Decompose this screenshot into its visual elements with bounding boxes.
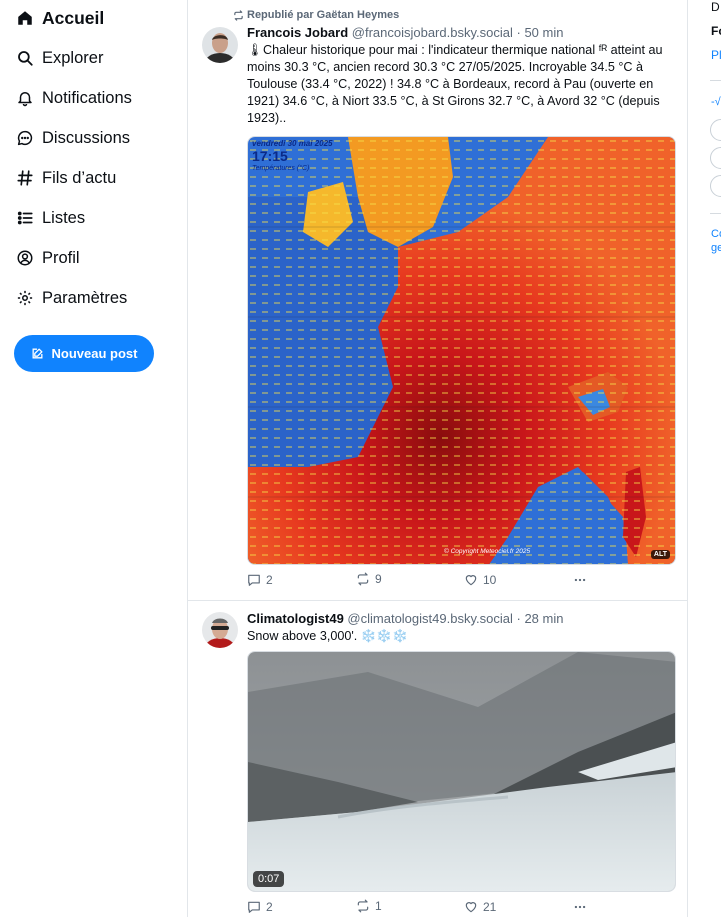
avatar[interactable]: [202, 27, 238, 63]
post-text: Snow above 3,000'. ❄️❄️❄️: [247, 629, 408, 643]
separator: ·: [516, 611, 521, 626]
video-duration-badge: 0:07: [253, 871, 285, 887]
reply-count: 2: [266, 573, 273, 587]
temperature-map-image: [248, 137, 675, 564]
right-avatar-placeholder[interactable]: [710, 175, 721, 197]
right-text-1[interactable]: D: [711, 0, 720, 14]
right-link-2[interactable]: -√: [711, 96, 721, 108]
repost-button[interactable]: 9: [356, 572, 382, 586]
left-sidebar: Accueil Explorer Notifications Discussio…: [0, 0, 187, 917]
sidebar-item-explore[interactable]: Explorer: [16, 44, 103, 72]
separator: ·: [516, 25, 521, 40]
sidebar-item-label: Discussions: [42, 128, 131, 147]
right-link-1[interactable]: Pl: [711, 48, 721, 62]
post-video[interactable]: 0:07: [247, 651, 676, 892]
gear-icon: [16, 289, 34, 307]
sidebar-item-label: Fils d’actu: [42, 168, 117, 187]
sidebar-item-settings[interactable]: Paramètres: [16, 284, 127, 312]
post[interactable]: Republié par Gaëtan Heymes Francois Joba…: [188, 0, 687, 600]
chat-icon: [16, 129, 34, 147]
search-icon: [16, 49, 34, 67]
like-count: 10: [483, 573, 497, 587]
hashtag-icon: [16, 169, 34, 187]
sidebar-item-label: Notifications: [42, 88, 132, 107]
right-avatar-placeholder[interactable]: [710, 147, 721, 169]
new-post-button[interactable]: Nouveau post: [14, 335, 154, 372]
author-handle[interactable]: @francoisjobard.bsky.social: [352, 25, 513, 40]
author-name[interactable]: Climatologist49: [247, 611, 344, 626]
map-time-label: 17:15: [252, 148, 288, 164]
avatar[interactable]: [202, 612, 238, 648]
right-divider: [710, 80, 721, 81]
repost-icon: [357, 572, 369, 586]
heart-icon: [465, 902, 477, 913]
list-icon: [16, 209, 34, 227]
sidebar-item-label: Accueil: [42, 7, 105, 28]
post-actions: 2 1 21: [247, 899, 597, 917]
new-post-label: Nouveau post: [51, 346, 138, 361]
right-text-2[interactable]: Fo: [711, 24, 721, 38]
home-icon: [16, 9, 34, 27]
post[interactable]: Climatologist49 @climatologist49.bsky.so…: [188, 601, 687, 917]
repost-button[interactable]: 1: [356, 899, 382, 913]
right-link-4[interactable]: ge: [711, 242, 721, 254]
sidebar-item-label: Paramètres: [42, 288, 128, 307]
repost-label: Republié par Gaëtan Heymes: [247, 9, 400, 21]
sidebar-item-notifications[interactable]: Notifications: [16, 84, 132, 112]
like-button[interactable]: 21: [464, 900, 496, 914]
more-options-button[interactable]: [572, 573, 593, 587]
author-handle[interactable]: @climatologist49.bsky.social: [347, 611, 512, 626]
sidebar-item-label: Explorer: [42, 48, 104, 67]
post-time[interactable]: 28 min: [524, 611, 563, 626]
post-header: Francois Jobard @francoisjobard.bsky.soc…: [247, 25, 563, 40]
reply-count: 2: [266, 900, 273, 914]
sidebar-item-profile[interactable]: Profil: [16, 244, 80, 272]
right-avatar-placeholder[interactable]: [710, 119, 721, 141]
like-button[interactable]: 10: [464, 573, 496, 587]
right-sidebar: D Fo Pl -√ Co ge: [688, 0, 721, 917]
post-text: 🌡Chaleur historique pour mai : l'indicat…: [247, 43, 663, 125]
post-header: Climatologist49 @climatologist49.bsky.so…: [247, 611, 563, 626]
sidebar-item-label: Profil: [42, 248, 80, 267]
repost-small-icon: [234, 9, 243, 21]
repost-count: 1: [375, 899, 382, 913]
reply-icon: [248, 574, 260, 586]
snow-video-thumbnail: [248, 652, 675, 891]
sidebar-item-label: Listes: [42, 208, 86, 227]
more-options-button[interactable]: [572, 900, 593, 914]
heart-icon: [465, 575, 477, 586]
map-subtitle-label: Températures (°C): [252, 165, 310, 172]
feed: Republié par Gaëtan Heymes Francois Joba…: [187, 0, 688, 917]
right-divider: [710, 213, 721, 214]
post-actions: 2 9 10: [247, 572, 597, 591]
user-icon: [16, 249, 34, 267]
sidebar-item-feeds[interactable]: Fils d’actu: [16, 164, 116, 192]
map-date-label: vendredi 30 mai 2025: [252, 139, 333, 148]
alt-badge[interactable]: ALT: [650, 550, 670, 559]
author-name[interactable]: Francois Jobard: [247, 25, 348, 40]
repost-icon: [357, 899, 369, 913]
reply-button[interactable]: 2: [247, 573, 273, 587]
like-count: 21: [483, 900, 497, 914]
reply-button[interactable]: 2: [247, 900, 273, 914]
sidebar-item-home[interactable]: Accueil: [16, 4, 104, 32]
sidebar-item-chat[interactable]: Discussions: [16, 124, 130, 152]
reply-icon: [248, 901, 260, 913]
sidebar-item-lists[interactable]: Listes: [16, 204, 85, 232]
repost-indicator[interactable]: Republié par Gaëtan Heymes: [233, 9, 399, 21]
more-icon: [574, 905, 586, 909]
more-icon: [574, 578, 586, 582]
post-image[interactable]: vendredi 30 mai 2025 17:15 Températures …: [247, 136, 676, 565]
map-copyright: © Copyright Meteociel.fr 2025: [444, 548, 531, 555]
compose-icon: [32, 348, 42, 359]
repost-count: 9: [375, 572, 382, 586]
bell-icon: [16, 89, 34, 107]
post-time[interactable]: 50 min: [524, 25, 563, 40]
right-link-3[interactable]: Co: [711, 228, 721, 240]
